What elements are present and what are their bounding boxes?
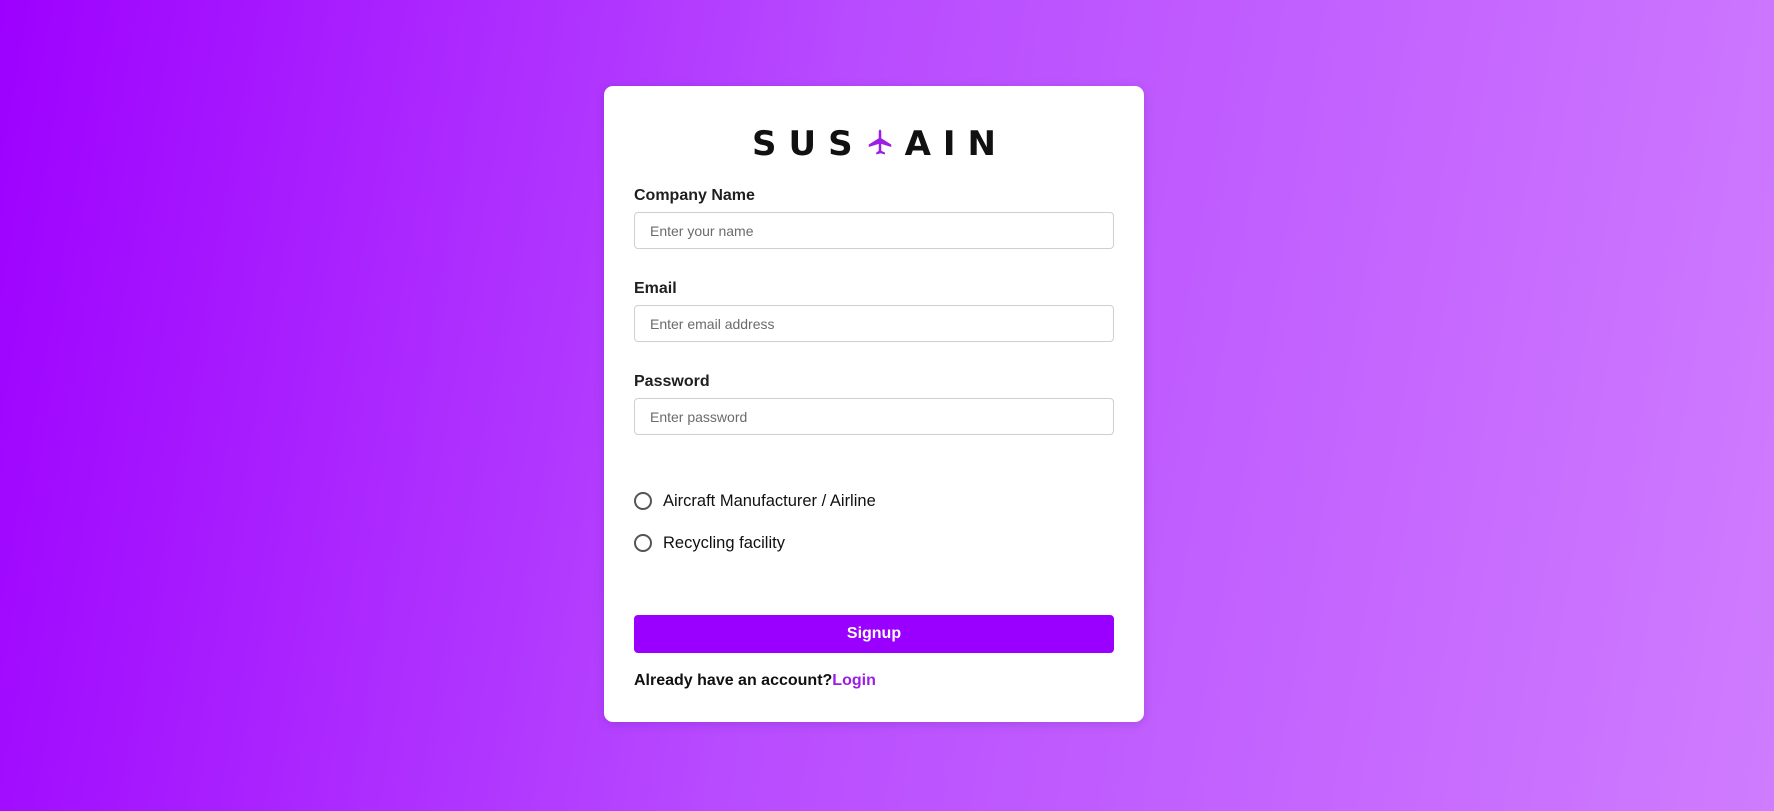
- company-name-label: Company Name: [634, 187, 755, 204]
- login-prompt: Already have an account?Login: [634, 672, 876, 690]
- password-label: Password: [634, 373, 710, 390]
- radio-button-manufacturer[interactable]: [634, 492, 652, 510]
- role-option-manufacturer[interactable]: Aircraft Manufacturer / Airline: [634, 489, 876, 513]
- login-link[interactable]: Login: [832, 672, 876, 689]
- logo-text-right: AIN: [904, 124, 1008, 164]
- logo-text-left: SUS: [751, 124, 865, 164]
- email-input[interactable]: [634, 305, 1114, 342]
- airplane-icon: [865, 127, 895, 157]
- role-label-manufacturer: Aircraft Manufacturer / Airline: [663, 491, 876, 510]
- role-option-recycling[interactable]: Recycling facility: [634, 531, 785, 555]
- radio-button-recycling[interactable]: [634, 534, 652, 552]
- brand-logo: SUS AIN: [604, 124, 1144, 164]
- signup-button[interactable]: Signup: [634, 615, 1114, 653]
- email-label: Email: [634, 280, 677, 297]
- company-name-input[interactable]: [634, 212, 1114, 249]
- signup-card: SUS AIN Company Name Email Password Airc…: [604, 86, 1144, 722]
- login-prompt-text: Already have an account?: [634, 672, 833, 689]
- role-label-recycling: Recycling facility: [663, 533, 785, 552]
- password-input[interactable]: [634, 398, 1114, 435]
